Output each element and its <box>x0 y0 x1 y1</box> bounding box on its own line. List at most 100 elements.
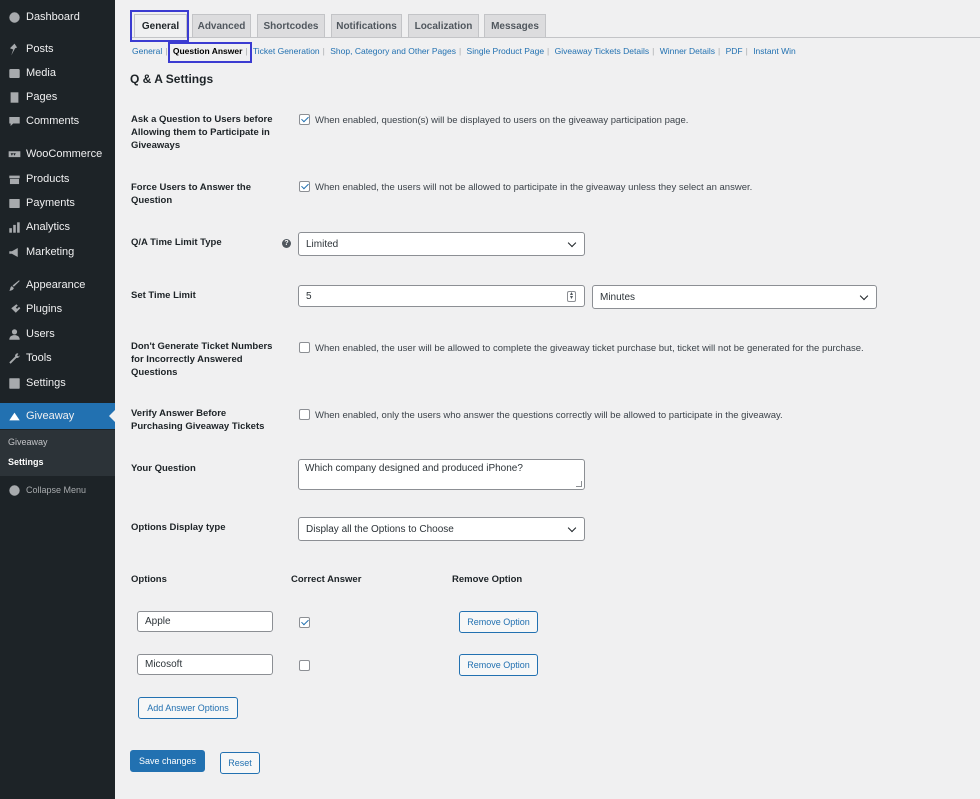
time-limit-type-select[interactable]: Limited <box>298 232 585 256</box>
force-answer-checkbox[interactable] <box>299 181 310 192</box>
option-input-value: Apple <box>145 616 171 627</box>
number-spinner-icon[interactable]: ▴ ▾ <box>567 291 576 302</box>
force-answer-description: When enabled, the users will not be allo… <box>315 182 753 193</box>
sidebar-item-appearance[interactable]: Appearance <box>0 274 115 296</box>
verify-answer-description: When enabled, only the users who answer … <box>315 410 783 421</box>
sidebar-item-analytics[interactable]: Analytics <box>0 216 115 238</box>
subnav-winner-details[interactable]: Winner Details <box>660 46 715 56</box>
sidebar-item-label: Plugins <box>26 303 63 315</box>
subnav-question-answer[interactable]: Question Answer <box>173 46 243 56</box>
options-display-label: Options Display type <box>131 522 226 533</box>
sidebar-item-label: Products <box>26 173 70 185</box>
subnav: General | Question Answer | Ticket Generat… <box>132 46 796 56</box>
save-changes-button[interactable]: Save changes <box>130 750 205 772</box>
giveaway-submenu: Giveaway Settings <box>0 430 115 476</box>
subnav-instant-win[interactable]: Instant Win <box>753 46 796 56</box>
chevron-down-icon <box>859 291 869 301</box>
sidebar-item-dashboard[interactable]: Dashboard <box>0 6 115 28</box>
time-limit-value: 5 <box>306 290 312 302</box>
time-limit-type-label: Q/A Time Limit Type <box>131 237 222 248</box>
sidebar-item-label: Media <box>26 67 56 79</box>
remove-option-button-1[interactable]: Remove Option <box>459 611 538 633</box>
ask-question-checkbox[interactable] <box>299 114 310 125</box>
reset-button[interactable]: Reset <box>220 752 260 774</box>
sidebar-item-media[interactable]: Media <box>0 62 115 84</box>
subnav-giveaway-tickets[interactable]: Giveaway Tickets Details <box>555 46 649 56</box>
sidebar-item-plugins[interactable]: Plugins <box>0 298 115 320</box>
section-title: Q & A Settings <box>130 72 214 86</box>
option-input-1[interactable]: Apple <box>137 611 273 632</box>
ask-question-description: When enabled, question(s) will be displa… <box>315 115 689 126</box>
sidebar-item-label: Giveaway <box>26 410 75 422</box>
remove-option-header: Remove Option <box>452 574 523 585</box>
tabs-divider <box>130 37 980 38</box>
tab-general[interactable]: General <box>134 14 187 38</box>
sidebar-item-label: Settings <box>26 377 66 389</box>
option-input-value: Micosoft <box>145 659 183 670</box>
correct-answer-checkbox-1[interactable] <box>299 617 310 628</box>
sidebar-item-label: Payments <box>26 197 75 209</box>
tab-localization[interactable]: Localization <box>408 14 479 38</box>
media-icon <box>7 66 21 80</box>
sidebar-item-pages[interactable]: Pages <box>0 86 115 108</box>
tab-messages[interactable]: Messages <box>484 14 546 38</box>
sidebar-item-label: Appearance <box>26 279 86 291</box>
sidebar-item-label: Posts <box>26 43 54 55</box>
megaphone-icon <box>7 245 21 259</box>
sidebar-item-posts[interactable]: Posts <box>0 38 115 60</box>
tab-shortcodes[interactable]: Shortcodes <box>257 14 325 38</box>
your-question-value: Which company designed and produced iPho… <box>305 463 523 474</box>
no-ticket-incorrect-checkbox[interactable] <box>299 342 310 353</box>
archive-icon <box>7 172 21 186</box>
sidebar-item-marketing[interactable]: Marketing <box>0 241 115 263</box>
remove-option-button-2[interactable]: Remove Option <box>459 654 538 676</box>
wrench-icon <box>7 351 21 365</box>
settings-icon <box>7 376 21 390</box>
subnav-pdf[interactable]: PDF <box>726 46 743 56</box>
option-input-2[interactable]: Micosoft <box>137 654 273 675</box>
subnav-shop-category[interactable]: Shop, Category and Other Pages <box>330 46 456 56</box>
admin-sidebar: Dashboard Posts Media Pages Comments Woo… <box>0 0 115 799</box>
time-limit-unit-select[interactable]: Minutes <box>592 285 877 309</box>
comment-icon <box>7 114 21 128</box>
time-limit-number-input[interactable]: 5 ▴ ▾ <box>298 285 585 307</box>
add-answer-options-button[interactable]: Add Answer Options <box>138 697 238 719</box>
sidebar-item-tools[interactable]: Tools <box>0 347 115 369</box>
no-ticket-incorrect-label: Don't Generate Ticket Numbers for Incorr… <box>131 341 273 378</box>
sidebar-item-woocommerce[interactable]: WooCommerce <box>0 143 115 165</box>
tab-notifications[interactable]: Notifications <box>331 14 402 38</box>
options-display-value: Display all the Options to Choose <box>306 523 454 535</box>
sidebar-item-label: Comments <box>26 115 80 127</box>
submenu-item-giveaway[interactable]: Giveaway <box>8 437 48 447</box>
subnav-general[interactable]: General <box>132 46 162 56</box>
pages-icon <box>7 90 21 104</box>
plugin-icon <box>7 302 21 316</box>
submenu-item-settings[interactable]: Settings <box>8 457 44 467</box>
your-question-label: Your Question <box>131 463 196 474</box>
time-limit-unit-value: Minutes <box>600 291 636 303</box>
sidebar-item-giveaway[interactable]: Giveaway <box>0 403 115 429</box>
collapse-menu-button[interactable]: Collapse Menu <box>0 479 115 501</box>
user-icon <box>7 327 21 341</box>
options-display-select[interactable]: Display all the Options to Choose <box>298 517 585 541</box>
verify-answer-label: Verify Answer Before Purchasing Giveaway… <box>131 408 265 432</box>
sidebar-item-products[interactable]: Products <box>0 168 115 190</box>
sidebar-item-users[interactable]: Users <box>0 323 115 345</box>
brush-icon <box>7 278 21 292</box>
correct-answer-checkbox-2[interactable] <box>299 660 310 671</box>
help-icon[interactable]: ? <box>282 239 291 248</box>
sidebar-item-label: Marketing <box>26 246 75 258</box>
tab-advanced[interactable]: Advanced <box>192 14 251 38</box>
chevron-down-icon <box>567 238 577 248</box>
sidebar-item-label: Dashboard <box>26 11 80 23</box>
collapse-icon <box>7 483 21 497</box>
sidebar-item-settings[interactable]: Settings <box>0 372 115 394</box>
verify-answer-checkbox[interactable] <box>299 409 310 420</box>
sidebar-item-comments[interactable]: Comments <box>0 110 115 132</box>
bar-chart-icon <box>7 220 21 234</box>
subnav-ticket-generation[interactable]: Ticket Generation <box>253 46 320 56</box>
resize-handle-icon[interactable] <box>576 481 582 487</box>
your-question-textarea[interactable]: Which company designed and produced iPho… <box>298 459 585 490</box>
subnav-single-product[interactable]: Single Product Page <box>467 46 545 56</box>
sidebar-item-payments[interactable]: Payments <box>0 192 115 214</box>
